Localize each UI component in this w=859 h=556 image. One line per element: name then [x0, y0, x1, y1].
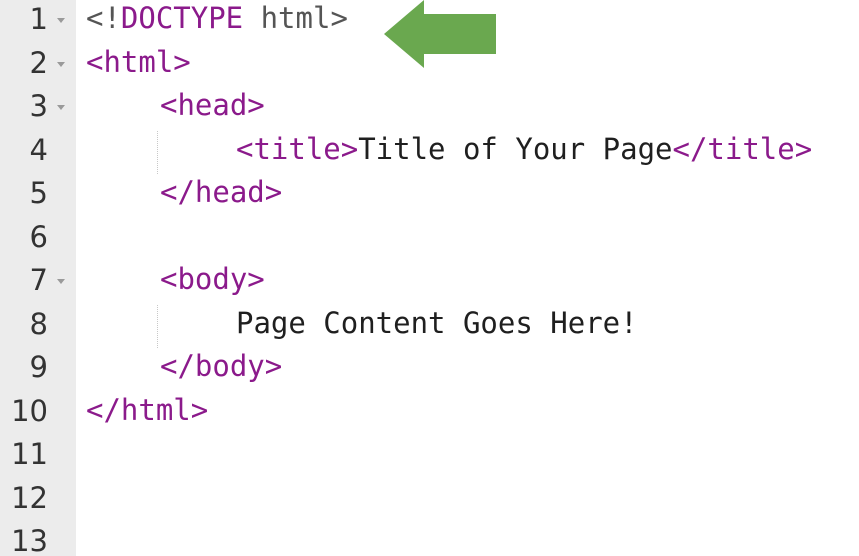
line-number: 8 [29, 306, 48, 341]
fold-toggle-icon[interactable] [57, 105, 65, 110]
fold-toggle-icon[interactable] [57, 279, 65, 284]
code-content: Page Content Goes Here! [236, 306, 638, 340]
line-number: 11 [11, 437, 48, 471]
code-content: <head> [160, 88, 265, 122]
code-line-6[interactable]: 6 [0, 218, 859, 262]
code-line-12[interactable]: 12 [0, 479, 859, 523]
line-number: 1 [29, 2, 48, 36]
code-editor[interactable]: 1 <!DOCTYPE html> 2 <html> 3 <head> 4 <title>Ti… [0, 0, 859, 556]
indent-guide [157, 304, 158, 348]
fold-toggle-icon[interactable] [57, 18, 65, 23]
line-number: 7 [29, 263, 48, 297]
code-content: <title>Title of Your Page</title> [236, 132, 812, 166]
code-line-4[interactable]: 4 <title>Title of Your Page</title> [0, 130, 859, 174]
code-line-7[interactable]: 7 <body> [0, 261, 859, 305]
line-number: 3 [29, 89, 48, 123]
code-line-10[interactable]: 10 </html> [0, 392, 859, 436]
line-number: 2 [29, 45, 48, 80]
html-tag: </head> [160, 175, 283, 209]
code-line-11[interactable]: 11 [0, 435, 859, 479]
line-number: 10 [11, 393, 48, 428]
code-content: </body> [160, 349, 282, 383]
html-tag: DOCTYPE [120, 1, 244, 35]
fold-toggle-icon[interactable] [57, 61, 65, 67]
code-content: </html> [86, 393, 208, 427]
html-tag: </body> [160, 349, 283, 383]
code-content: <html> [86, 45, 191, 79]
code-content: <!DOCTYPE html> [86, 1, 348, 35]
left-arrow-icon [384, 0, 496, 68]
code-line-9[interactable]: 9 </body> [0, 348, 859, 392]
code-line-5[interactable]: 5 </head> [0, 174, 859, 218]
html-tag: </html> [86, 392, 209, 427]
line-number: 5 [29, 176, 48, 210]
indent-guide [157, 130, 158, 174]
code-line-3[interactable]: 3 <head> [0, 87, 859, 131]
html-tag: <body> [160, 262, 265, 296]
doctype-token: html> [243, 1, 348, 35]
html-tag: <title> [236, 131, 359, 166]
html-tag: <html> [86, 44, 191, 79]
html-tag: </title> [672, 131, 813, 166]
line-number: 6 [29, 219, 48, 254]
code-content: <body> [160, 262, 265, 296]
doctype-token: <! [86, 1, 121, 35]
code-text: Title of Your Page [358, 131, 673, 166]
code-lines: 1 <!DOCTYPE html> 2 <html> 3 <head> 4 <title>Ti… [0, 0, 859, 556]
html-tag: <head> [160, 88, 265, 122]
code-line-8[interactable]: 8 Page Content Goes Here! [0, 304, 859, 348]
code-text: Page Content Goes Here! [236, 305, 638, 340]
line-number: 13 [11, 524, 48, 556]
code-line-13[interactable]: 13 [0, 522, 859, 556]
code-content: </head> [160, 175, 282, 209]
line-number: 12 [11, 480, 48, 515]
line-number: 4 [29, 132, 48, 167]
line-number: 9 [29, 350, 48, 384]
